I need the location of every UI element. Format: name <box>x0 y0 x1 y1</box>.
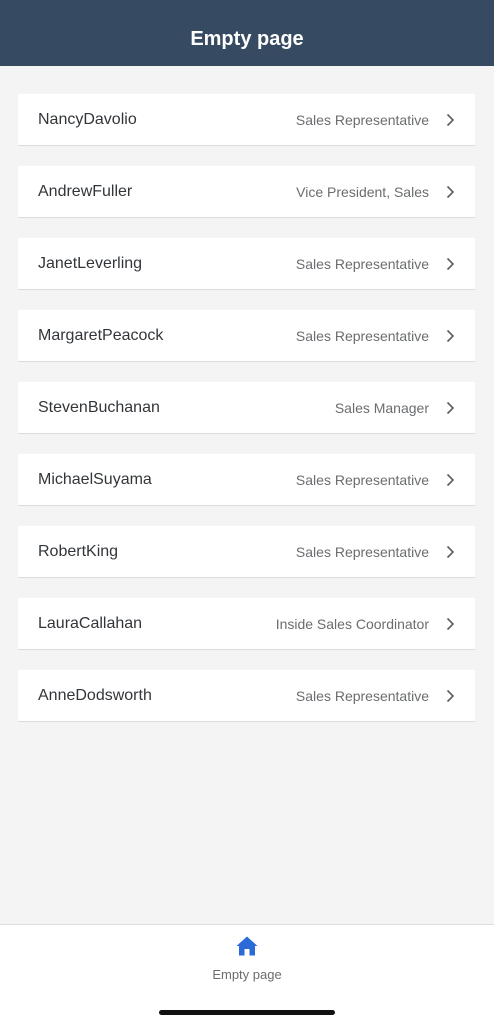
chevron-right-icon <box>443 545 457 559</box>
employee-title: Inside Sales Coordinator <box>275 615 429 632</box>
home-indicator <box>159 1010 335 1015</box>
chevron-right-icon <box>443 689 457 703</box>
list-item[interactable]: StevenBuchanan Sales Manager <box>18 382 475 434</box>
page-title: Empty page <box>190 27 304 50</box>
employee-title: Sales Representative <box>295 255 429 272</box>
list-item[interactable]: RobertKing Sales Representative <box>18 526 475 578</box>
tab-home-label: Empty page <box>212 967 282 982</box>
list-item[interactable]: MichaelSuyama Sales Representative <box>18 454 475 506</box>
chevron-right-icon <box>443 401 457 415</box>
chevron-right-icon <box>443 113 457 127</box>
list-item[interactable]: MargaretPeacock Sales Representative <box>18 310 475 362</box>
chevron-right-icon <box>443 473 457 487</box>
list-item[interactable]: AnneDodsworth Sales Representative <box>18 670 475 722</box>
list-item[interactable]: JanetLeverling Sales Representative <box>18 238 475 290</box>
employee-name: AnneDodsworth <box>38 686 152 704</box>
employee-title: Sales Representative <box>295 327 429 344</box>
tab-bar: Empty page <box>0 924 494 1025</box>
employee-name: MargaretPeacock <box>38 326 164 344</box>
employee-name: LauraCallahan <box>38 614 143 632</box>
tab-home[interactable]: Empty page <box>0 925 494 995</box>
chevron-right-icon <box>443 617 457 631</box>
employee-title: Sales Representative <box>295 687 429 704</box>
home-icon <box>235 935 259 957</box>
employee-list: NancyDavolio Sales Representative Andrew… <box>18 94 475 742</box>
employee-name: JanetLeverling <box>38 254 143 272</box>
employee-title: Sales Representative <box>295 471 429 488</box>
employee-title: Sales Manager <box>334 399 429 416</box>
employee-name: RobertKing <box>38 542 119 560</box>
list-item[interactable]: NancyDavolio Sales Representative <box>18 94 475 146</box>
chevron-right-icon <box>443 185 457 199</box>
employee-name: NancyDavolio <box>38 110 137 128</box>
employee-title: Sales Representative <box>295 111 429 128</box>
list-item[interactable]: LauraCallahan Inside Sales Coordinator <box>18 598 475 650</box>
list-item[interactable]: AndrewFuller Vice President, Sales <box>18 166 475 218</box>
employee-name: MichaelSuyama <box>38 470 152 488</box>
app-header: Empty page <box>0 0 494 66</box>
employee-name: AndrewFuller <box>38 182 133 200</box>
chevron-right-icon <box>443 257 457 271</box>
employee-title: Sales Representative <box>295 543 429 560</box>
employee-name: StevenBuchanan <box>38 398 160 416</box>
employee-title: Vice President, Sales <box>296 183 429 200</box>
chevron-right-icon <box>443 329 457 343</box>
